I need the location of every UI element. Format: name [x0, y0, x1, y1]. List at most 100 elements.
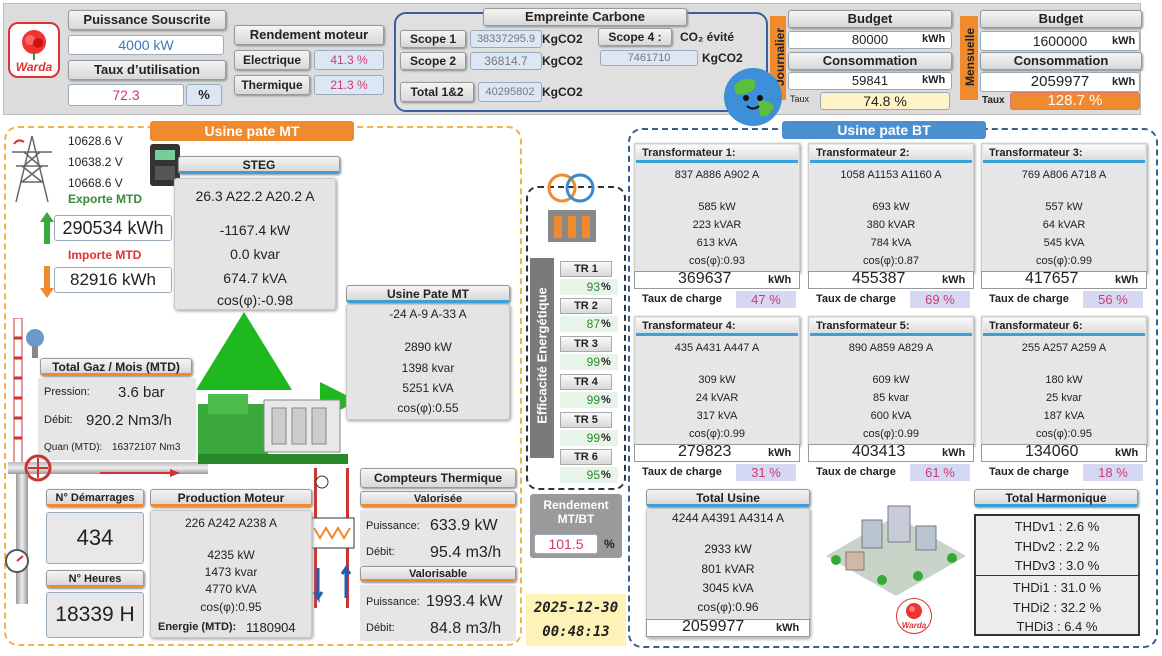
usine-mt-kvar: 1398 kvar — [401, 361, 455, 375]
scope1-label: Scope 1 — [400, 30, 466, 48]
transformer-charge-value: 18 % — [1083, 464, 1143, 481]
valorisee-puissance-label: Puissance: — [366, 520, 420, 532]
total-usine-energy: 2059977 — [682, 618, 745, 635]
demarrages-value: 434 — [46, 512, 144, 564]
transformer-energy: 403413 — [852, 443, 906, 460]
transformer-kwh: kWh — [768, 274, 792, 286]
total-usine-currents: 4244 A4391 A4314 A — [671, 511, 785, 525]
transformer-energy: 455387 — [852, 270, 906, 287]
pipe-arrow-icon — [100, 464, 180, 477]
prod-kva: 4770 kVA — [205, 582, 257, 596]
voltage-2: 10638.2 V — [68, 155, 123, 169]
prod-kvar: 1473 kvar — [204, 565, 258, 579]
transformer-kwh: kWh — [1115, 447, 1139, 459]
valorisable-puissance-value: 1993.4 kW — [426, 593, 503, 610]
transformer-currents: 769 A806 A718 A — [1021, 169, 1107, 181]
conso-mensuelle-unit: kWh — [1112, 76, 1136, 88]
transformer-energy: 369637 — [678, 270, 732, 287]
gas-sensor-icon — [24, 328, 46, 358]
transformer-cos: cos(φ):0.87 — [862, 255, 920, 267]
co2-evite-label: CO₂ évité — [680, 30, 735, 44]
taux-utilisation-unit: % — [186, 84, 222, 106]
quan-label: Quan (MTD): — [44, 442, 103, 453]
transformer-cos: cos(φ):0.99 — [688, 428, 746, 440]
transformer-title: Transformateur 6: — [983, 318, 1145, 336]
transformer-kva: 784 kVA — [870, 237, 912, 249]
budget-journalier-label: Budget — [788, 10, 952, 28]
taux-mensuelle-label: Taux — [982, 95, 1005, 106]
engine-icon — [198, 388, 348, 464]
transformer-cos: cos(φ):0.99 — [862, 428, 920, 440]
transformer-kvar: 25 kvar — [1045, 392, 1083, 404]
scope2-unit: KgCO2 — [542, 54, 583, 68]
transformer-kva: 600 kVA — [870, 410, 912, 422]
efficacite-tr-unit: % — [601, 318, 611, 330]
heures-value: 18339 H — [46, 592, 144, 638]
conso-journalier-label: Consommation — [788, 52, 952, 70]
valorisable-debit-label: Débit: — [366, 622, 395, 634]
pipe-vertical — [16, 474, 28, 604]
export-arrow-icon — [40, 212, 54, 244]
usine-mt-currents: -24 A-9 A-33 A — [389, 307, 467, 321]
transformer-kvar: 64 kVAR — [1042, 219, 1086, 231]
total12-label: Total 1&2 — [400, 82, 474, 102]
transformer-kwh: kWh — [1115, 274, 1139, 286]
production-moteur-label: Production Moteur — [150, 489, 312, 507]
usine-pate-mt-label: Usine Pate MT — [346, 285, 510, 303]
transformer-title: Transformateur 3: — [983, 145, 1145, 163]
thermal-pipes-icon — [304, 468, 360, 608]
transformer-kvar: 223 kVAR — [692, 219, 742, 231]
steg-kvar: 0.0 kvar — [230, 246, 280, 262]
transformer-title: Transformateur 2: — [810, 145, 972, 163]
electrique-value: 41.3 % — [314, 50, 384, 70]
voltage-1: 10628.6 V — [68, 134, 123, 148]
efficacite-tr-unit: % — [601, 469, 611, 481]
transformer-cos: cos(φ):0.95 — [1035, 428, 1093, 440]
transformer-energy: 417657 — [1025, 270, 1079, 287]
transformer-icon — [540, 172, 604, 248]
pression-label: Pression: — [44, 386, 90, 398]
transformer-charge-label: Taux de charge — [642, 466, 722, 478]
valorisable-label: Valorisable — [360, 566, 516, 582]
transformer-kva: 187 kVA — [1043, 410, 1085, 422]
scope2-label: Scope 2 — [400, 52, 466, 70]
steg-kw: -1167.4 kW — [219, 222, 291, 238]
efficacite-tr-unit: % — [601, 432, 611, 444]
valve-icon — [24, 454, 52, 482]
rendement-moteur-label: Rendement moteur — [234, 25, 384, 45]
valorisee-debit-value: 95.4 m3/h — [430, 544, 502, 561]
debit-value: 920.2 Nm3/h — [86, 412, 172, 429]
gauge-icon — [4, 548, 30, 574]
pression-value: 3.6 bar — [118, 384, 165, 401]
steg-label: STEG — [178, 156, 340, 174]
total-gaz-label: Total Gaz / Mois (MTD) — [40, 358, 192, 376]
budget-mensuelle-unit: kWh — [1112, 35, 1136, 47]
usine-mt-kw: 2890 kW — [404, 340, 452, 354]
conso-journalier-unit: kWh — [922, 74, 946, 86]
scope2-value: 36814.7 — [470, 52, 542, 70]
brand-name: Warda — [15, 60, 53, 74]
efficacite-tr-label: TR 2 — [560, 298, 612, 314]
efficacite-tr-unit: % — [601, 394, 611, 406]
transformer-title: Transformateur 1: — [636, 145, 798, 163]
time-value: 00:48:13 — [542, 624, 610, 640]
transformer-currents: 255 A257 A259 A — [1021, 342, 1107, 354]
valorisable-debit-value: 84.8 m3/h — [430, 620, 502, 637]
brand-name-small: Warda — [901, 621, 927, 630]
thermique-label: Thermique — [234, 75, 310, 95]
efficacite-tr-label: TR 5 — [560, 412, 612, 428]
transformer-charge-value: 56 % — [1083, 291, 1143, 308]
rendement-mtbt-label: Rendement MT/BT — [543, 498, 609, 526]
compteurs-thermique-label: Compteurs Thermique — [360, 468, 516, 488]
scope4-value: 7461710 — [600, 50, 698, 66]
empreinte-carbone-label: Empreinte Carbone — [483, 8, 687, 26]
transformer-charge-value: 69 % — [910, 291, 970, 308]
valorisee-puissance-value: 633.9 kW — [430, 517, 498, 534]
taux-journalier-value: 74.8 % — [820, 92, 950, 110]
scope4-unit: KgCO2 — [702, 51, 743, 65]
thdi1: THDi1 : 31.0 % — [1012, 580, 1102, 595]
taux-mensuelle-value: 128.7 % — [1010, 92, 1140, 110]
earth-icon — [722, 66, 784, 128]
thdv2: THDv2 : 2.2 % — [1014, 539, 1100, 554]
transformer-cos: cos(φ):0.93 — [688, 255, 746, 267]
